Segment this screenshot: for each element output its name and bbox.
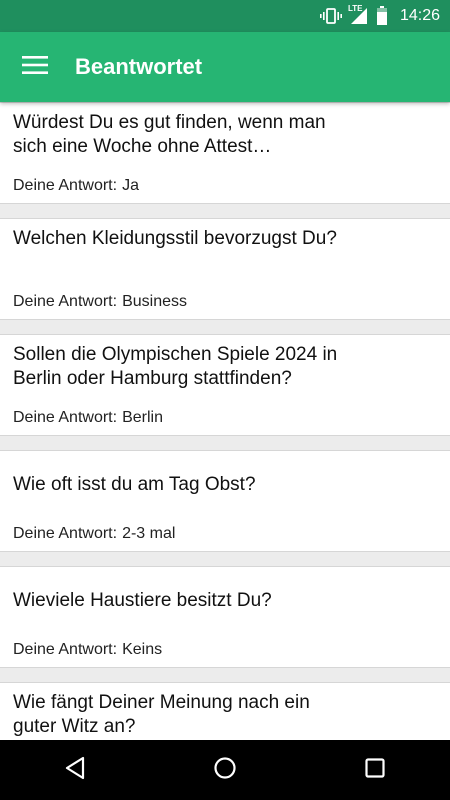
home-icon — [213, 756, 237, 785]
question-text: Sollen die Olympischen Spiele 2024 in Be… — [13, 344, 338, 389]
answer-label: Deine Antwort: — [13, 177, 118, 194]
menu-button[interactable] — [0, 32, 70, 102]
list-item[interactable]: Wie oft isst du am Tag Obst? Deine Antwo… — [0, 450, 450, 552]
answer-value: Berlin — [122, 409, 163, 426]
list-item[interactable]: Welchen Kleidungsstil bevorzugst Du? Dei… — [0, 218, 450, 320]
recents-icon — [364, 757, 386, 784]
network-label: LTE — [347, 4, 363, 13]
home-button[interactable] — [195, 740, 255, 800]
page-title: Beantwortet — [75, 54, 203, 79]
answer-label: Deine Antwort: — [13, 293, 118, 310]
hamburger-menu-icon — [22, 55, 48, 80]
question-text: Welchen Kleidungsstil bevorzugst Du? — [13, 228, 337, 249]
signal-icon: LTE — [347, 4, 368, 25]
navigation-bar — [0, 740, 450, 800]
answer-line: Deine Antwort: 2-3 mal — [13, 525, 175, 543]
list-item[interactable]: Wie fängt Deiner Meinung nach ein guter … — [0, 682, 450, 740]
answer-line: Deine Antwort: Keins — [13, 641, 162, 659]
answer-value: 2-3 mal — [122, 525, 176, 542]
answer-line: Deine Antwort: Berlin — [13, 409, 163, 427]
answer-label: Deine Antwort: — [13, 525, 118, 542]
app-bar: Beantwortet — [0, 32, 450, 102]
back-button[interactable] — [45, 740, 105, 800]
answer-line: Deine Antwort: Ja — [13, 177, 139, 195]
question-text: Würdest Du es gut finden, wenn man sich … — [13, 112, 326, 157]
back-icon — [64, 756, 86, 785]
answer-value: Keins — [122, 641, 163, 658]
question-text: Wie fängt Deiner Meinung nach ein guter … — [13, 692, 310, 737]
answer-label: Deine Antwort: — [13, 409, 118, 426]
list-item[interactable]: Würdest Du es gut finden, wenn man sich … — [0, 102, 450, 204]
question-text: Wieviele Haustiere besitzt Du? — [13, 590, 272, 611]
answer-line: Deine Antwort: Business — [13, 293, 187, 311]
list-item[interactable]: Sollen die Olympischen Spiele 2024 in Be… — [0, 334, 450, 436]
answer-value: Business — [122, 293, 187, 310]
question-text: Wie oft isst du am Tag Obst? — [13, 474, 256, 495]
battery-icon — [376, 6, 388, 26]
answered-list[interactable]: Würdest Du es gut finden, wenn man sich … — [0, 102, 450, 740]
answer-value: Ja — [122, 177, 139, 194]
status-bar: LTE 14:26 — [0, 0, 450, 32]
status-time: 14:26 — [399, 7, 440, 24]
answer-label: Deine Antwort: — [13, 641, 118, 658]
vibrate-icon — [319, 8, 342, 24]
recents-button[interactable] — [345, 740, 405, 800]
list-item[interactable]: Wieviele Haustiere besitzt Du? Deine Ant… — [0, 566, 450, 668]
